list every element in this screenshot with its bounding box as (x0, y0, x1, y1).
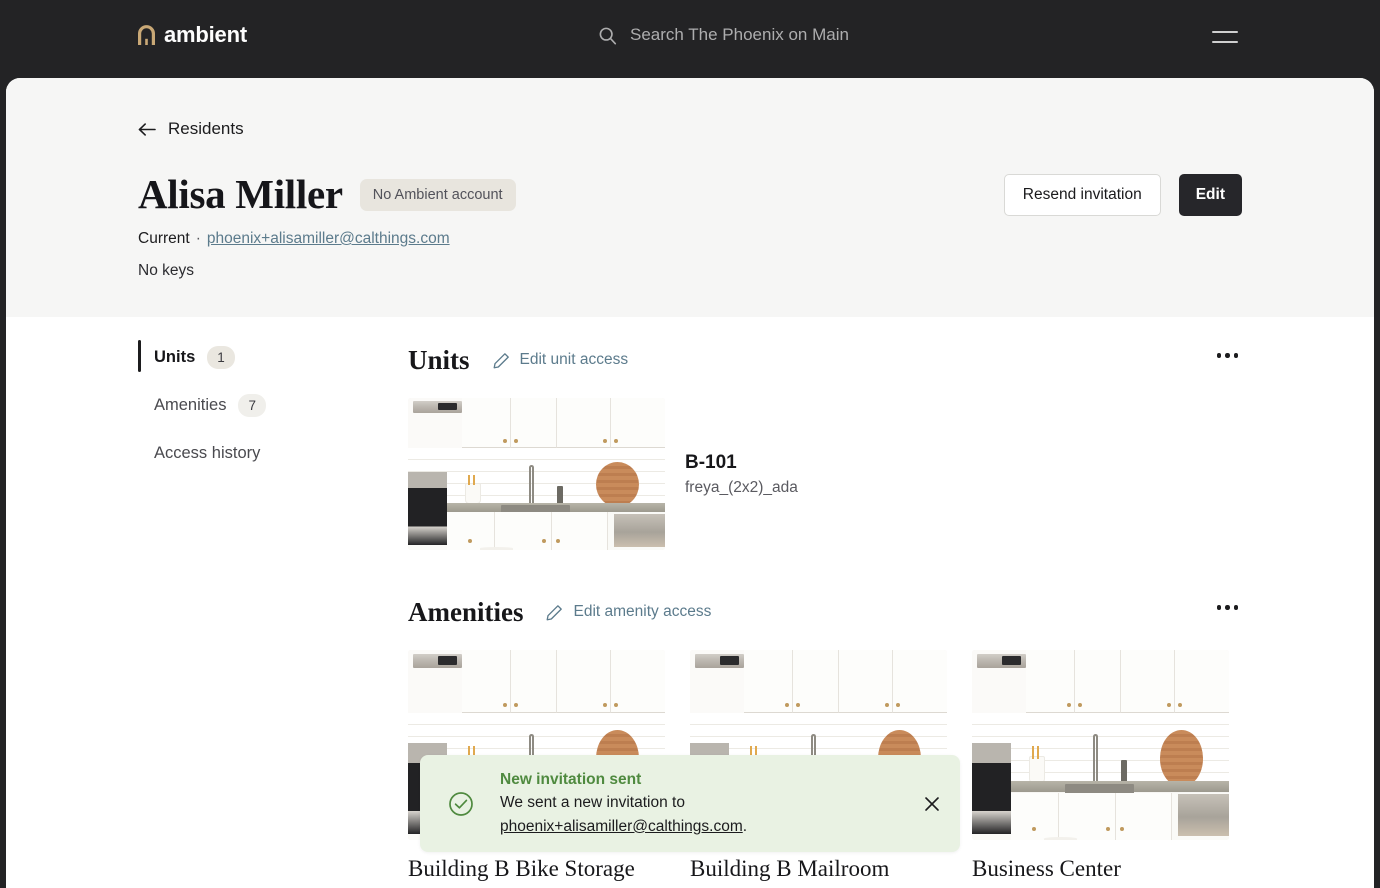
dot (1225, 353, 1230, 358)
check-circle-icon (449, 791, 473, 816)
toast-message-prefix: We sent a new invitation to (500, 794, 685, 812)
pencil-icon (547, 604, 563, 620)
sidebar-item-access-history[interactable]: Access history (138, 439, 358, 467)
kitchen-photo (408, 398, 665, 550)
toast-body: New invitation sent We sent a new invita… (500, 769, 922, 838)
resident-email-link[interactable]: phoenix+alisamiller@calthings.com (207, 230, 450, 248)
toast-title: New invitation sent (500, 771, 642, 789)
resident-contact-line: Current · phoenix+alisamiller@calthings.… (138, 230, 450, 248)
units-section-header: Units Edit unit access (408, 341, 1242, 379)
amenity-card[interactable]: Business Center (972, 650, 1229, 883)
amenity-name: Business Center (972, 856, 1121, 881)
sidebar-item-label: Access history (154, 443, 261, 462)
edit-unit-access-label: Edit unit access (519, 351, 629, 368)
unit-list-item[interactable]: B-101 freya_(2x2)_ada (408, 398, 1242, 550)
amenity-thumbnail (972, 650, 1229, 840)
pencil-icon (493, 352, 509, 368)
dot (1216, 605, 1221, 610)
active-indicator-bar (138, 340, 141, 372)
back-label: Residents (168, 119, 244, 138)
close-icon[interactable] (922, 794, 942, 814)
edit-amenity-access-link[interactable]: Edit amenity access (546, 603, 711, 621)
resident-header: Residents Alisa Miller No Ambient accoun… (6, 78, 1374, 317)
amenities-section-header: Amenities Edit amenity access (408, 593, 1242, 631)
top-navigation-bar: ambient Search The Phoenix on Main (0, 0, 1380, 78)
unit-thumbnail (408, 398, 665, 550)
arrow-left-icon (138, 122, 156, 136)
app-window: ambient Search The Phoenix on Main Resid… (0, 0, 1380, 888)
kitchen-photo (972, 650, 1229, 840)
breadcrumb-back-residents[interactable]: Residents (138, 119, 244, 139)
global-search[interactable]: Search The Phoenix on Main (598, 25, 849, 45)
brand-logo[interactable]: ambient (138, 24, 247, 46)
hamburger-line (1212, 41, 1238, 43)
hamburger-line (1212, 31, 1238, 33)
unit-details: B-101 freya_(2x2)_ada (685, 451, 798, 498)
toast-email-link[interactable]: phoenix+alisamiller@calthings.com (500, 818, 743, 835)
resident-name-row: Alisa Miller No Ambient account (138, 174, 516, 215)
resident-section-nav: Units 1 Amenities 7 Access history (138, 340, 358, 487)
search-icon (599, 27, 617, 44)
units-section-title: Units (408, 344, 470, 375)
edit-unit-access-link[interactable]: Edit unit access (493, 351, 629, 369)
meta-separator: · (195, 230, 201, 247)
search-placeholder-text: Search The Phoenix on Main (630, 25, 849, 44)
sidebar-item-label: Units (154, 347, 196, 366)
brand-name: ambient (164, 22, 247, 47)
dot (1225, 605, 1230, 610)
dot (1233, 605, 1238, 610)
header-actions: Resend invitation Edit (1003, 174, 1242, 216)
resend-invitation-button[interactable]: Resend invitation (1003, 174, 1161, 216)
amenities-section-title: Amenities (408, 596, 524, 627)
unit-name: B-101 (685, 451, 737, 473)
sidebar-item-amenities[interactable]: Amenities 7 (138, 391, 358, 419)
amenity-name: Building B Bike Storage (408, 856, 635, 881)
residency-status-label: Current (138, 230, 190, 247)
hamburger-menu-icon[interactable] (1212, 31, 1238, 47)
edit-button[interactable]: Edit (1178, 174, 1242, 216)
page-title: Alisa Miller (138, 171, 343, 217)
amenities-overflow-menu-icon[interactable] (1213, 601, 1243, 614)
edit-amenity-access-label: Edit amenity access (573, 603, 712, 620)
toast-message: We sent a new invitation to phoenix+alis… (500, 791, 922, 838)
arch-logo-icon (138, 24, 155, 45)
sidebar-item-units[interactable]: Units 1 (138, 340, 358, 372)
sidebar-item-label: Amenities (154, 395, 227, 414)
dot (1216, 353, 1221, 358)
status-badge: No Ambient account (359, 178, 516, 211)
sidebar-item-count: 1 (207, 345, 235, 369)
dot (1233, 353, 1238, 358)
sidebar-item-count: 7 (238, 393, 266, 417)
keys-status-text: No keys (138, 262, 194, 279)
toast-notification: New invitation sent We sent a new invita… (420, 755, 960, 852)
toast-message-suffix: . (742, 817, 748, 835)
amenity-name: Building B Mailroom (690, 856, 890, 881)
unit-floorplan: freya_(2x2)_ada (685, 479, 798, 497)
units-overflow-menu-icon[interactable] (1213, 349, 1243, 362)
